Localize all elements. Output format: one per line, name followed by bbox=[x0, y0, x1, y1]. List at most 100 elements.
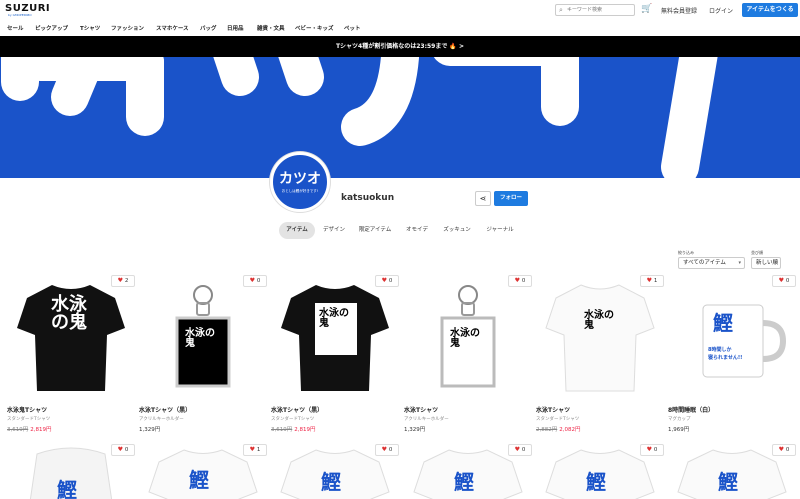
tab-limited[interactable]: 限定アイテム bbox=[353, 222, 397, 239]
category-phonecase[interactable]: スマホケース bbox=[156, 24, 189, 32]
old-price: 3,619円 bbox=[271, 427, 293, 433]
favorite-button[interactable]: ♥ 2 bbox=[111, 275, 135, 287]
favorite-button[interactable]: ♥ 0 bbox=[375, 275, 399, 287]
product-image[interactable]: 水泳の鬼 bbox=[271, 273, 399, 403]
product-type: アクリルキーホルダー bbox=[139, 417, 184, 422]
category-daily[interactable]: 日用品 bbox=[227, 24, 244, 32]
product-card[interactable]: 鰹 ♥ 0 bbox=[536, 442, 664, 499]
heart-icon: ♥ bbox=[646, 277, 653, 284]
narrow-select[interactable]: すべてのアイテム ▾ bbox=[678, 257, 745, 269]
design-text: 鰹 bbox=[321, 470, 341, 494]
heart-icon: ♥ bbox=[117, 277, 124, 284]
mug-text-line1: 8時間しか bbox=[708, 347, 732, 353]
product-price: 1,329円 bbox=[404, 425, 425, 433]
product-type: スタンダードTシャツ bbox=[7, 417, 51, 422]
product-image[interactable]: 水泳の鬼 bbox=[404, 273, 532, 403]
product-card[interactable]: 鰹 ♥ 0 bbox=[7, 442, 135, 499]
product-image[interactable]: 水泳の鬼 bbox=[536, 273, 664, 403]
product-title[interactable]: 水泳Tシャツ bbox=[404, 405, 438, 414]
favorite-button[interactable]: ♥ 0 bbox=[772, 444, 796, 456]
old-price: 2,882円 bbox=[536, 427, 558, 433]
product-price: 1,329円 bbox=[139, 425, 160, 433]
tab-zukkyun[interactable]: ズッキュン bbox=[437, 222, 477, 239]
sale-price: 2,819円 bbox=[30, 427, 52, 433]
design-text: 鰹 bbox=[586, 470, 606, 494]
tab-items[interactable]: アイテム bbox=[279, 222, 315, 239]
category-bag[interactable]: バッグ bbox=[200, 24, 217, 32]
heart-icon: ♥ bbox=[249, 446, 256, 453]
fav-count: 0 bbox=[388, 278, 393, 284]
product-type: マグカップ bbox=[668, 417, 691, 422]
profile-username: katsuokun bbox=[341, 193, 395, 203]
category-baby-kids[interactable]: ベビー・キッズ bbox=[295, 24, 334, 32]
tab-designs[interactable]: デザイン bbox=[317, 222, 351, 239]
make-item-button[interactable]: アイテムをつくる bbox=[742, 3, 798, 17]
share-button[interactable]: ⋖ bbox=[475, 191, 491, 206]
mug-image bbox=[702, 304, 787, 378]
chevron-down-icon: ▾ bbox=[774, 260, 777, 266]
favorite-button[interactable]: ♥ 0 bbox=[508, 275, 532, 287]
tab-omoide[interactable]: オモイデ bbox=[400, 222, 434, 239]
mug-text-line2: 寝られません!! bbox=[708, 355, 743, 361]
favorite-button[interactable]: ♥ 1 bbox=[640, 275, 664, 287]
category-tshirt[interactable]: Tシャツ bbox=[80, 24, 100, 32]
price: 1,329円 bbox=[404, 427, 426, 433]
share-icon: ⋖ bbox=[479, 194, 487, 203]
login-link[interactable]: ログイン bbox=[709, 6, 733, 15]
sale-price: 2,819円 bbox=[294, 427, 316, 433]
product-price: 2,882円 2,082円 bbox=[536, 425, 581, 433]
product-card[interactable]: 鰹 ♥ 0 bbox=[668, 442, 796, 499]
category-nav: セール ピックアップ Tシャツ ファッション スマホケース バッグ 日用品 雑貨… bbox=[0, 20, 800, 36]
product-card[interactable]: 鰹 ♥ 1 bbox=[139, 442, 267, 499]
favorite-button[interactable]: ♥ 1 bbox=[243, 444, 267, 456]
favorite-button[interactable]: ♥ 0 bbox=[375, 444, 399, 456]
product-image[interactable]: 水泳の鬼 bbox=[7, 273, 135, 403]
sort-select[interactable]: 新しい順 ▾ bbox=[751, 257, 781, 269]
avatar-subtitle: おとしは鰹が好きです! bbox=[281, 189, 319, 193]
search-box[interactable]: ⌕ bbox=[555, 4, 635, 16]
chevron-down-icon: ▾ bbox=[738, 260, 741, 266]
tab-journal[interactable]: ジャーナル bbox=[480, 222, 520, 239]
favorite-button[interactable]: ♥ 0 bbox=[111, 444, 135, 456]
category-goods[interactable]: 雑貨・文具 bbox=[257, 24, 285, 32]
favorite-button[interactable]: ♥ 0 bbox=[772, 275, 796, 287]
fav-count: 0 bbox=[653, 447, 658, 453]
search-input[interactable] bbox=[567, 6, 631, 14]
old-price: 3,619円 bbox=[7, 427, 29, 433]
design-text: 鰹 bbox=[189, 468, 209, 492]
product-type: スタンダードTシャツ bbox=[271, 417, 315, 422]
product-type: アクリルキーホルダー bbox=[404, 417, 449, 422]
product-title[interactable]: 水泳鬼Tシャツ bbox=[7, 405, 47, 414]
category-pet[interactable]: ペット bbox=[344, 24, 361, 32]
profile-avatar[interactable]: カツオ おとしは鰹が好きです! bbox=[270, 152, 330, 212]
black-tshirt-image bbox=[281, 285, 389, 391]
sale-price: 2,082円 bbox=[559, 427, 581, 433]
design-text: 水泳の鬼 bbox=[319, 308, 349, 329]
favorite-button[interactable]: ♥ 0 bbox=[508, 444, 532, 456]
favorite-button[interactable]: ♥ 0 bbox=[640, 444, 664, 456]
fav-count: 1 bbox=[653, 278, 658, 284]
category-fashion[interactable]: ファッション bbox=[111, 24, 144, 32]
product-card[interactable]: 鰹 ♥ 0 bbox=[404, 442, 532, 499]
signup-link[interactable]: 無料会員登録 bbox=[661, 6, 697, 15]
category-pickup[interactable]: ピックアップ bbox=[35, 24, 68, 32]
avatar-title: カツオ bbox=[279, 171, 321, 187]
product-title[interactable]: 水泳Tシャツ bbox=[536, 405, 570, 414]
category-sale[interactable]: セール bbox=[7, 24, 24, 32]
fav-count: 0 bbox=[521, 278, 526, 284]
promo-bar[interactable]: Tシャツ4種が割引価格なのは23:59まで 🔥 > bbox=[0, 36, 800, 57]
product-title[interactable]: 水泳Tシャツ（黒） bbox=[271, 405, 323, 414]
product-price: 3,619円 2,819円 bbox=[271, 425, 316, 433]
fav-count: 0 bbox=[521, 447, 526, 453]
product-image[interactable]: 水泳の鬼 bbox=[139, 273, 267, 403]
fav-count: 0 bbox=[124, 447, 129, 453]
product-card[interactable]: 鰹 ♥ 0 bbox=[271, 442, 399, 499]
follow-button[interactable]: フォロー bbox=[494, 191, 528, 206]
product-image[interactable]: 鰹 8時間しか 寝られません!! bbox=[668, 273, 796, 403]
favorite-button[interactable]: ♥ 0 bbox=[243, 275, 267, 287]
heart-icon: ♥ bbox=[249, 277, 256, 284]
product-title[interactable]: 8時間睡眠（白） bbox=[668, 405, 714, 414]
cart-icon[interactable]: 🛒 bbox=[641, 4, 652, 14]
product-title[interactable]: 水泳Tシャツ（黒） bbox=[139, 405, 191, 414]
logo-byline: by GMOPEPABO bbox=[8, 13, 32, 17]
